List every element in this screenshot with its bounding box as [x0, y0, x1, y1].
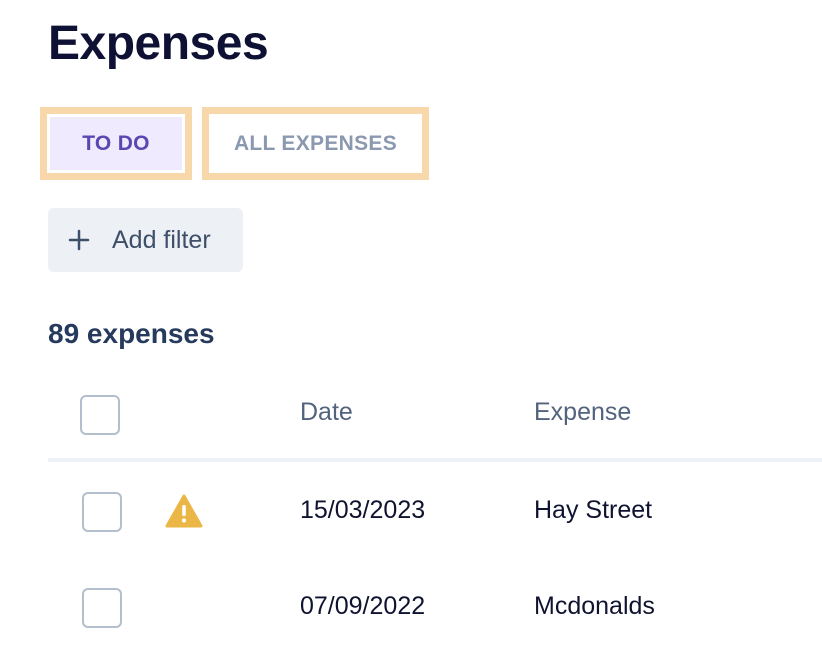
row-expense[interactable]: Hay Street	[534, 496, 652, 525]
row-checkbox[interactable]	[82, 588, 122, 628]
add-filter-button[interactable]: Add filter	[48, 208, 243, 272]
add-filter-label: Add filter	[112, 225, 211, 254]
page-title: Expenses	[48, 17, 269, 70]
tab-all-expenses[interactable]: ALL EXPENSES	[209, 114, 422, 173]
row-date: 15/03/2023	[300, 496, 426, 524]
plus-icon	[68, 229, 90, 251]
row-date: 07/09/2022	[300, 592, 426, 620]
expenses-page: Expenses TO DO ALL EXPENSES Add filter 8…	[0, 0, 822, 656]
column-header-expense[interactable]: Expense	[534, 398, 631, 427]
select-all-checkbox[interactable]	[80, 395, 120, 435]
row-expense[interactable]: Mcdonalds	[534, 592, 655, 621]
expense-count: 89 expenses	[48, 318, 215, 349]
column-header-date[interactable]: Date	[300, 398, 353, 427]
row-checkbox[interactable]	[82, 492, 122, 532]
tab-highlight-todo: TO DO	[40, 107, 192, 180]
tab-highlight-all-expenses: ALL EXPENSES	[202, 107, 429, 180]
tab-to-do[interactable]: TO DO	[47, 114, 185, 173]
header-divider	[48, 458, 822, 462]
warning-icon	[165, 494, 203, 528]
